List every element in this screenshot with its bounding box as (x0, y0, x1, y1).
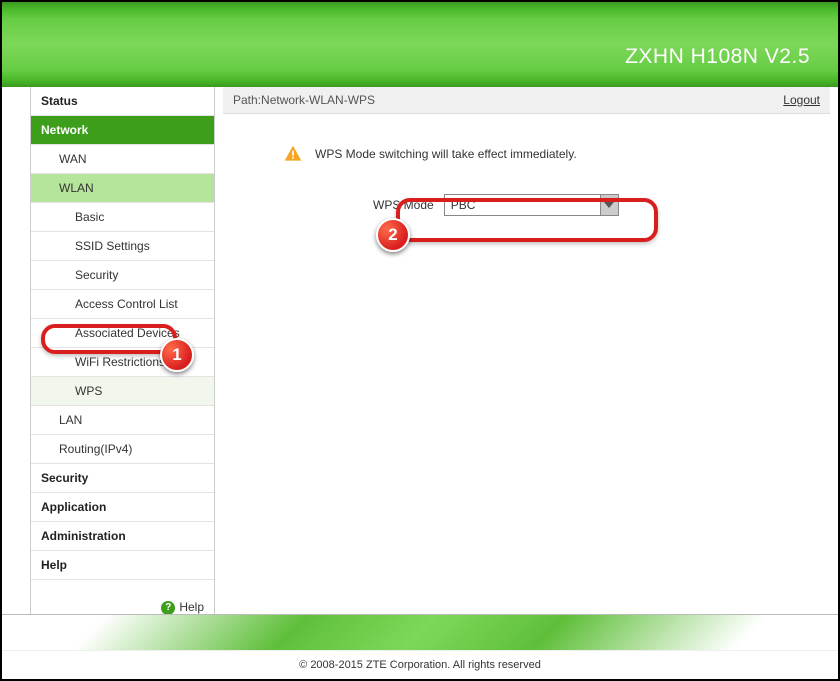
nav-administration[interactable]: Administration (31, 522, 214, 551)
nav-wlan-ssid[interactable]: SSID Settings (31, 232, 214, 261)
copyright: © 2008-2015 ZTE Corporation. All rights … (2, 650, 838, 679)
nav-wlan-acl[interactable]: Access Control List (31, 290, 214, 319)
main-area: Status Network WAN WLAN Basic SSID Setti… (2, 87, 838, 617)
device-model-title: ZXHN H108N V2.5 (625, 45, 810, 69)
nav-application[interactable]: Application (31, 493, 214, 522)
footer-decoration (2, 614, 838, 650)
nav-wlan[interactable]: WLAN (31, 174, 214, 203)
header: ZXHN H108N V2.5 (2, 2, 838, 87)
chevron-down-icon (600, 195, 618, 215)
nav-help[interactable]: Help (31, 551, 214, 580)
nav-status[interactable]: Status (31, 87, 214, 116)
warning-icon (283, 144, 303, 164)
nav-wlan-basic[interactable]: Basic (31, 203, 214, 232)
wps-mode-label: WPS Mode (373, 198, 434, 212)
notice-row: WPS Mode switching will take effect imme… (283, 144, 830, 164)
nav-security[interactable]: Security (31, 464, 214, 493)
nav-wlan-security[interactable]: Security (31, 261, 214, 290)
wps-mode-select[interactable]: PBC (444, 194, 619, 216)
nav-routing[interactable]: Routing(IPv4) (31, 435, 214, 464)
app-window: ZXHN H108N V2.5 Status Network WAN WLAN … (0, 0, 840, 681)
footer: © 2008-2015 ZTE Corporation. All rights … (2, 614, 838, 679)
nav-network[interactable]: Network (31, 116, 214, 145)
nav-wlan-wifi-restrict[interactable]: WiFi Restrictions (31, 348, 214, 377)
sidebar: Status Network WAN WLAN Basic SSID Setti… (30, 87, 215, 617)
nav-wlan-assoc[interactable]: Associated Devices (31, 319, 214, 348)
help-link[interactable]: Help (179, 600, 204, 614)
nav-lan[interactable]: LAN (31, 406, 214, 435)
content-pane: Path:Network-WLAN-WPS Logout WPS Mode sw… (223, 87, 830, 617)
help-icon[interactable]: ? (161, 601, 175, 615)
nav-wan[interactable]: WAN (31, 145, 214, 174)
notice-text: WPS Mode switching will take effect imme… (315, 147, 577, 161)
breadcrumb: Path:Network-WLAN-WPS (233, 93, 375, 107)
nav-wlan-wps[interactable]: WPS (31, 377, 214, 406)
logout-link[interactable]: Logout (783, 93, 820, 107)
breadcrumb-bar: Path:Network-WLAN-WPS Logout (223, 87, 830, 114)
wps-mode-value: PBC (451, 198, 476, 212)
wps-mode-row: WPS Mode PBC (373, 194, 830, 216)
